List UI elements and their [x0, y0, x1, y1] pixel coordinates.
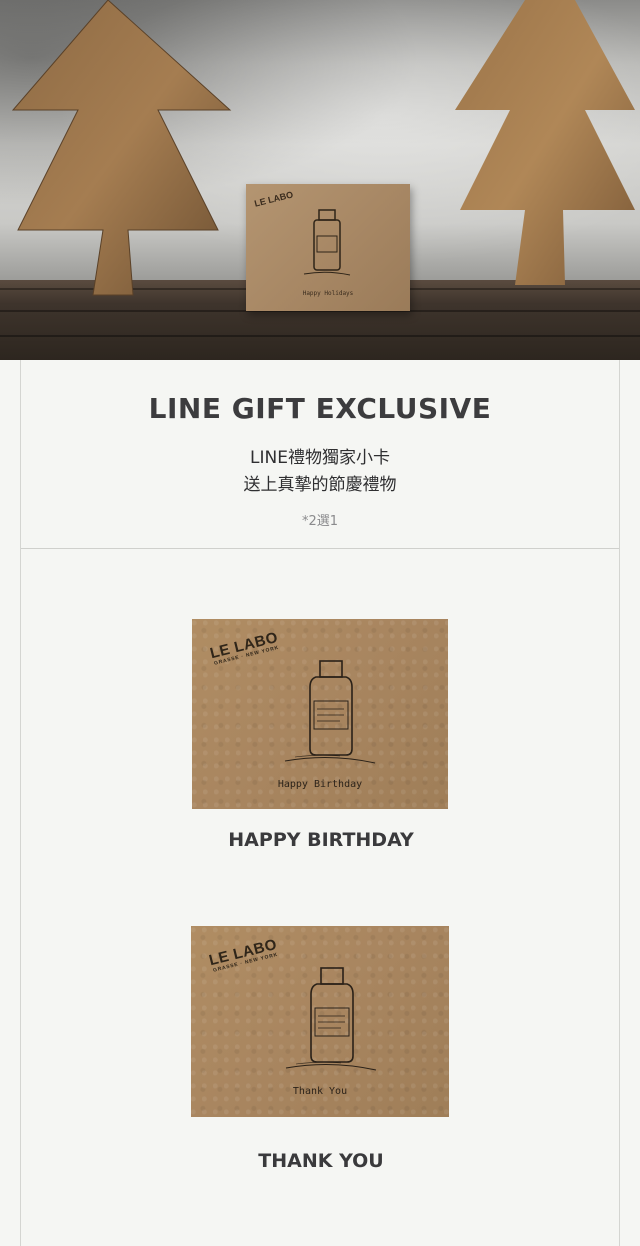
- card-greeting: Happy Birthday: [277, 779, 363, 790]
- birthday-card-image[interactable]: LE LABO GRASSE · NEW YORK Happy Birthday: [192, 619, 448, 809]
- subtitle: LINE禮物獨家小卡 送上真摯的節慶禮物: [21, 445, 619, 499]
- card-option-thank-you[interactable]: LE LABO GRASSE · NEW YORK Thank You THAN…: [21, 926, 621, 1186]
- perfume-bottle-icon: [285, 967, 377, 1071]
- card-logo: LE LABO: [253, 189, 295, 209]
- selection-note: *2選1: [301, 514, 339, 529]
- wooden-tree-left-icon: [11, 0, 232, 296]
- wooden-tree-right-icon: [455, 0, 635, 285]
- card-option-birthday[interactable]: LE LABO GRASSE · NEW YORK Happy Birthday…: [21, 619, 621, 859]
- card-logo: LE LABO GRASSE · NEW YORK: [208, 628, 280, 667]
- card-greeting: Happy Holidays: [302, 290, 354, 297]
- perfume-bottle-icon: [303, 209, 351, 276]
- hero-greeting-card: LE LABO Happy Holidays: [246, 184, 410, 311]
- perfume-bottle-icon: [284, 660, 376, 764]
- content-panel: LINE GIFT EXCLUSIVE LINE禮物獨家小卡 送上真摯的節慶禮物…: [20, 360, 620, 1246]
- card-greeting: Thank You: [292, 1086, 348, 1097]
- subtitle-line-2: 送上真摯的節慶禮物: [243, 475, 397, 495]
- card-logo: LE LABO GRASSE · NEW YORK: [207, 935, 279, 974]
- hero-image: LE LABO Happy Holidays: [0, 0, 640, 360]
- thank-you-card-image[interactable]: LE LABO GRASSE · NEW YORK Thank You: [191, 926, 449, 1117]
- option-label: THANK YOU: [258, 1150, 384, 1172]
- subtitle-line-1: LINE禮物獨家小卡: [250, 448, 390, 468]
- page-title: LINE GIFT EXCLUSIVE: [148, 392, 492, 425]
- intro-section: LINE GIFT EXCLUSIVE LINE禮物獨家小卡 送上真摯的節慶禮物…: [21, 360, 619, 549]
- option-label: HAPPY BIRTHDAY: [228, 829, 414, 851]
